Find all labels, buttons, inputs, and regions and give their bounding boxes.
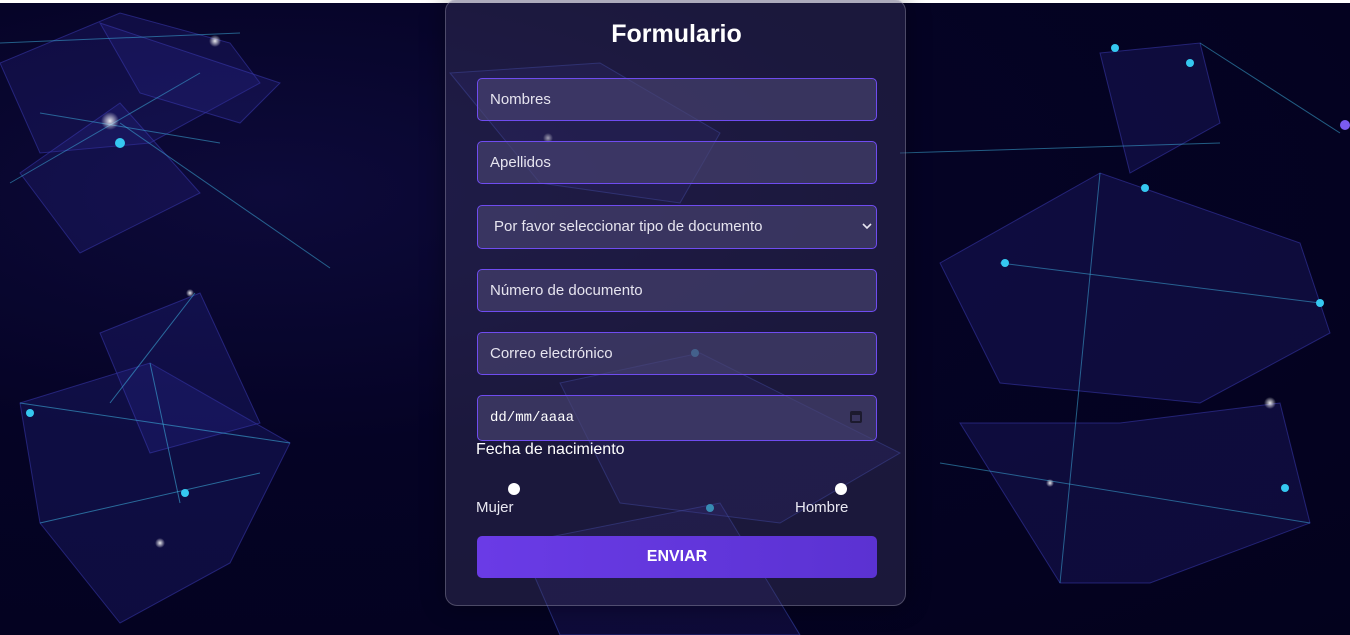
enviar-button[interactable]: ENVIAR (477, 536, 877, 578)
form-card: Formulario Nombres Apellidos Por favor s… (445, 0, 906, 606)
hombre-label: Hombre (795, 499, 849, 516)
fecha-nacimiento-label: Fecha de nacimiento (476, 441, 625, 458)
chevron-down-icon (861, 206, 873, 265)
tipo-documento-selected-value: Por favor seleccionar tipo de documento (494, 218, 763, 235)
radio-hombre[interactable] (835, 483, 847, 495)
mujer-label: Mujer (476, 499, 514, 516)
fecha-value: dd/mm/aaaa (490, 410, 575, 426)
nombres-input[interactable]: Nombres (477, 78, 877, 121)
apellidos-placeholder: Apellidos (490, 154, 551, 171)
tipo-documento-select[interactable]: Por favor seleccionar tipo de documento (477, 205, 877, 249)
correo-input[interactable]: Correo electrónico (477, 332, 877, 375)
apellidos-input[interactable]: Apellidos (477, 141, 877, 184)
form-title: Formulario (611, 20, 742, 48)
calendar-icon[interactable] (850, 411, 862, 423)
nombres-placeholder: Nombres (490, 91, 551, 108)
numero-documento-placeholder: Número de documento (490, 282, 643, 299)
numero-documento-input[interactable]: Número de documento (477, 269, 877, 312)
correo-placeholder: Correo electrónico (490, 345, 613, 362)
radio-mujer[interactable] (508, 483, 520, 495)
fecha-nacimiento-input[interactable]: dd/mm/aaaa (477, 395, 877, 441)
